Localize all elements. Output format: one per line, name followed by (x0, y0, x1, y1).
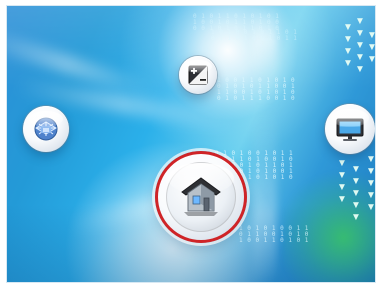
arrow-down-icon: ▼ (355, 16, 365, 27)
background-canvas: 0 1 0 1 1 0 1 0 1 0 1 1 0 0 1 0 1 1 0 1 … (6, 5, 376, 283)
arrow-down-icon: ▼ (343, 34, 353, 45)
arrow-down-icon: ▼ (355, 52, 365, 63)
brightness-contrast-icon (188, 65, 208, 85)
network-hub-icon (34, 117, 58, 141)
arrow-down-icon: ▼ (337, 194, 347, 205)
arrow-down-icon: ▼ (343, 58, 353, 69)
television-icon (336, 118, 364, 141)
home-icon (181, 177, 221, 216)
arrow-down-icon: ▼ (337, 182, 347, 193)
arrow-column-top-left: ▼ ▼ ▼ ▼ (343, 22, 353, 69)
arrow-down-icon: ▼ (351, 164, 361, 175)
arrow-down-icon: ▼ (355, 64, 365, 75)
arrow-down-icon: ▼ (351, 200, 361, 211)
arrow-down-icon: ▼ (367, 54, 376, 65)
arrow-down-icon: ▼ (355, 28, 365, 39)
arrow-down-icon: ▼ (367, 42, 376, 53)
binary-pattern-upper: 1 0 1 0 0 1 0 1 1 0 1 0 1 1 0 1 0 0 1 0 … (211, 29, 298, 42)
arrow-column-bottom-left: ▼ ▼ ▼ ▼ (337, 158, 347, 205)
arrow-column-top-right: ▼ ▼ ▼ (367, 30, 376, 65)
home-button[interactable] (155, 151, 247, 243)
arrow-column-top-center: ▼ ▼ ▼ ▼ ▼ (355, 16, 365, 75)
arrow-down-icon: ▼ (355, 40, 365, 51)
arrow-down-icon: ▼ (337, 158, 347, 169)
brightness-contrast-button[interactable] (179, 56, 217, 94)
arrow-column-bottom-right: ▼ ▼ ▼ ▼ ▼ (366, 154, 376, 213)
television-button[interactable] (325, 104, 375, 154)
arrow-down-icon: ▼ (366, 190, 376, 201)
arrow-down-icon: ▼ (366, 202, 376, 213)
arrow-down-icon: ▼ (366, 154, 376, 165)
binary-pattern-middle: 1 0 0 1 1 0 1 0 1 0 0 1 0 1 0 1 1 0 0 1 … (217, 77, 296, 102)
arrow-down-icon: ▼ (367, 30, 376, 41)
arrow-down-icon: ▼ (366, 178, 376, 189)
arrow-down-icon: ▼ (343, 22, 353, 33)
binary-pattern-bottom: 1 0 1 0 1 0 0 1 1 0 1 1 0 0 1 0 1 0 1 0 … (239, 225, 309, 244)
arrow-down-icon: ▼ (366, 166, 376, 177)
arrow-column-bottom-center: ▼ ▼ ▼ ▼ ▼ (351, 164, 361, 223)
network-hub-button[interactable] (23, 106, 69, 152)
arrow-down-icon: ▼ (343, 46, 353, 57)
arrow-down-icon: ▼ (351, 188, 361, 199)
arrow-down-icon: ▼ (337, 170, 347, 181)
arrow-down-icon: ▼ (351, 176, 361, 187)
arrow-down-icon: ▼ (351, 212, 361, 223)
